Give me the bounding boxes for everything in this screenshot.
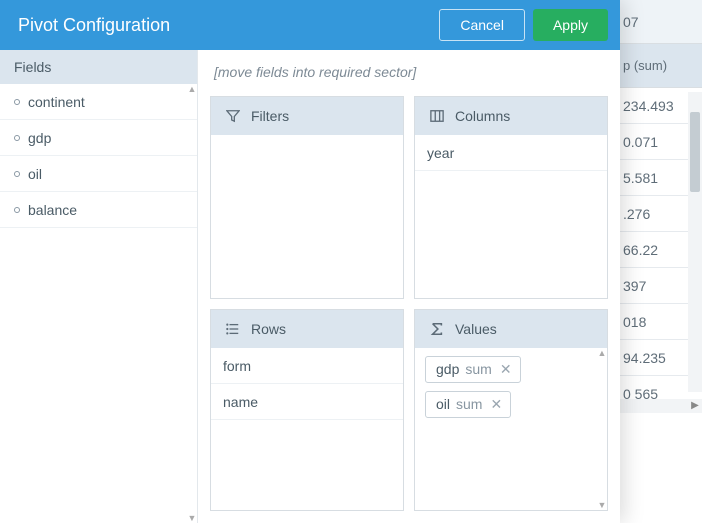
scroll-down-icon[interactable]: ▼ <box>187 513 197 523</box>
columns-zone[interactable]: Columns year <box>414 96 608 299</box>
bg-horizontal-scrollbar[interactable]: ▶ <box>612 399 702 413</box>
columns-label: Columns <box>455 108 510 124</box>
bullet-icon <box>14 207 20 213</box>
fields-pane: Fields continent gdp oil balance <box>0 50 198 523</box>
values-scrollbar[interactable]: ▲ ▼ <box>597 348 607 511</box>
bg-vertical-scrollbar[interactable] <box>688 92 702 392</box>
dialog-title: Pivot Configuration <box>18 15 431 36</box>
config-pane: [move fields into required sector] Filte… <box>198 50 620 523</box>
row-item[interactable]: form <box>211 348 403 384</box>
rows-zone[interactable]: Rows form name <box>210 309 404 512</box>
bullet-icon <box>14 135 20 141</box>
field-item-oil[interactable]: oil <box>0 156 197 192</box>
rows-label: Rows <box>251 321 286 337</box>
bg-col-header: 07 <box>613 0 702 44</box>
filters-zone[interactable]: Filters <box>210 96 404 299</box>
field-label: gdp <box>28 120 51 156</box>
apply-button[interactable]: Apply <box>533 9 608 41</box>
rows-body[interactable]: form name <box>211 348 403 511</box>
field-label: balance <box>28 192 77 228</box>
chip-field: gdp <box>436 361 459 377</box>
field-label: oil <box>28 156 42 192</box>
rows-header: Rows <box>211 310 403 348</box>
bg-col-subheader: p (sum) <box>613 44 702 88</box>
field-item-continent[interactable]: continent <box>0 84 197 120</box>
field-item-gdp[interactable]: gdp <box>0 120 197 156</box>
filters-body[interactable] <box>211 135 403 298</box>
filters-label: Filters <box>251 108 289 124</box>
value-chip[interactable]: gdp sum ✕ <box>425 356 521 383</box>
field-label: continent <box>28 84 85 120</box>
columns-header: Columns <box>415 97 607 135</box>
columns-icon <box>429 108 445 124</box>
close-icon[interactable]: ✕ <box>498 361 514 378</box>
values-body[interactable]: gdp sum ✕ oil sum ✕ <box>415 348 607 511</box>
scroll-down-icon[interactable]: ▼ <box>597 500 607 510</box>
filters-header: Filters <box>211 97 403 135</box>
row-item[interactable]: name <box>211 384 403 420</box>
scroll-up-icon[interactable]: ▲ <box>187 84 197 94</box>
values-header: Values <box>415 310 607 348</box>
cancel-button[interactable]: Cancel <box>439 9 525 41</box>
dialog-header: Pivot Configuration Cancel Apply <box>0 0 620 50</box>
fields-header: Fields <box>0 50 197 84</box>
field-item-balance[interactable]: balance <box>0 192 197 228</box>
close-icon[interactable]: ✕ <box>488 396 504 413</box>
background-table: 07 p (sum) 234.493 0.071 5.581 .276 66.2… <box>612 0 702 523</box>
fields-scrollbar[interactable]: ▲ ▼ <box>187 84 197 523</box>
sigma-icon <box>429 321 445 337</box>
rows-icon <box>225 321 241 337</box>
pivot-config-dialog: Pivot Configuration Cancel Apply Fields … <box>0 0 620 523</box>
bullet-icon <box>14 99 20 105</box>
columns-body[interactable]: year <box>415 135 607 298</box>
scroll-up-icon[interactable]: ▲ <box>597 348 607 358</box>
chip-field: oil <box>436 396 450 412</box>
values-label: Values <box>455 321 497 337</box>
chip-op: sum <box>456 396 482 412</box>
hint-text: [move fields into required sector] <box>210 62 608 86</box>
bullet-icon <box>14 171 20 177</box>
fields-list[interactable]: continent gdp oil balance ▲ ▼ <box>0 84 197 523</box>
chip-op: sum <box>465 361 491 377</box>
value-chip[interactable]: oil sum ✕ <box>425 391 511 418</box>
values-zone[interactable]: Values gdp sum ✕ oil <box>414 309 608 512</box>
column-item[interactable]: year <box>415 135 607 171</box>
filter-icon <box>225 108 241 124</box>
